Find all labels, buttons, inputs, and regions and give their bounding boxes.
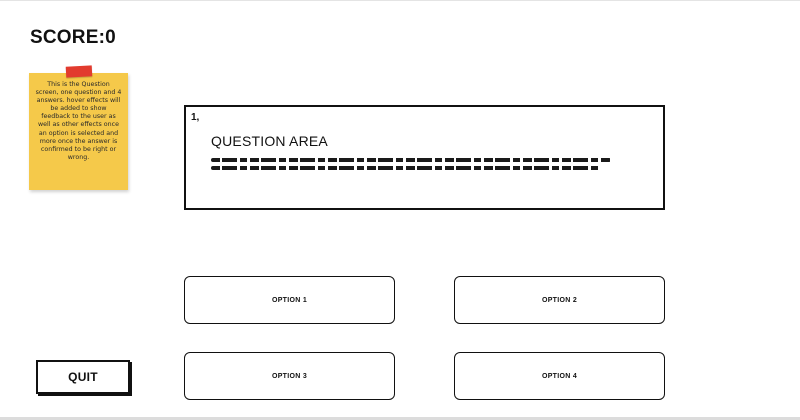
- quit-label: QUIT: [68, 370, 98, 384]
- option-label: OPTION 1: [271, 296, 308, 304]
- option-3-button[interactable]: OPTION 3: [184, 352, 395, 400]
- question-placeholder-line: [211, 158, 611, 162]
- option-label: OPTION 4: [541, 372, 578, 380]
- sticky-note: This is the Question screen, one questio…: [29, 73, 128, 190]
- option-label: OPTION 3: [271, 372, 308, 380]
- score-display: SCORE:0: [30, 27, 116, 48]
- page-frame: [0, 0, 800, 420]
- quit-button[interactable]: QUIT: [36, 360, 130, 394]
- option-4-button[interactable]: OPTION 4: [454, 352, 665, 400]
- option-2-button[interactable]: OPTION 2: [454, 276, 665, 324]
- question-title: QUESTION AREA: [211, 133, 328, 149]
- question-placeholder-line: [211, 166, 601, 170]
- question-area: 1, QUESTION AREA: [184, 105, 665, 210]
- tape-icon: [65, 65, 93, 78]
- option-1-button[interactable]: OPTION 1: [184, 276, 395, 324]
- option-label: OPTION 2: [541, 296, 578, 304]
- question-number: 1,: [191, 112, 200, 123]
- sticky-note-text: This is the Question screen, one questio…: [35, 81, 122, 161]
